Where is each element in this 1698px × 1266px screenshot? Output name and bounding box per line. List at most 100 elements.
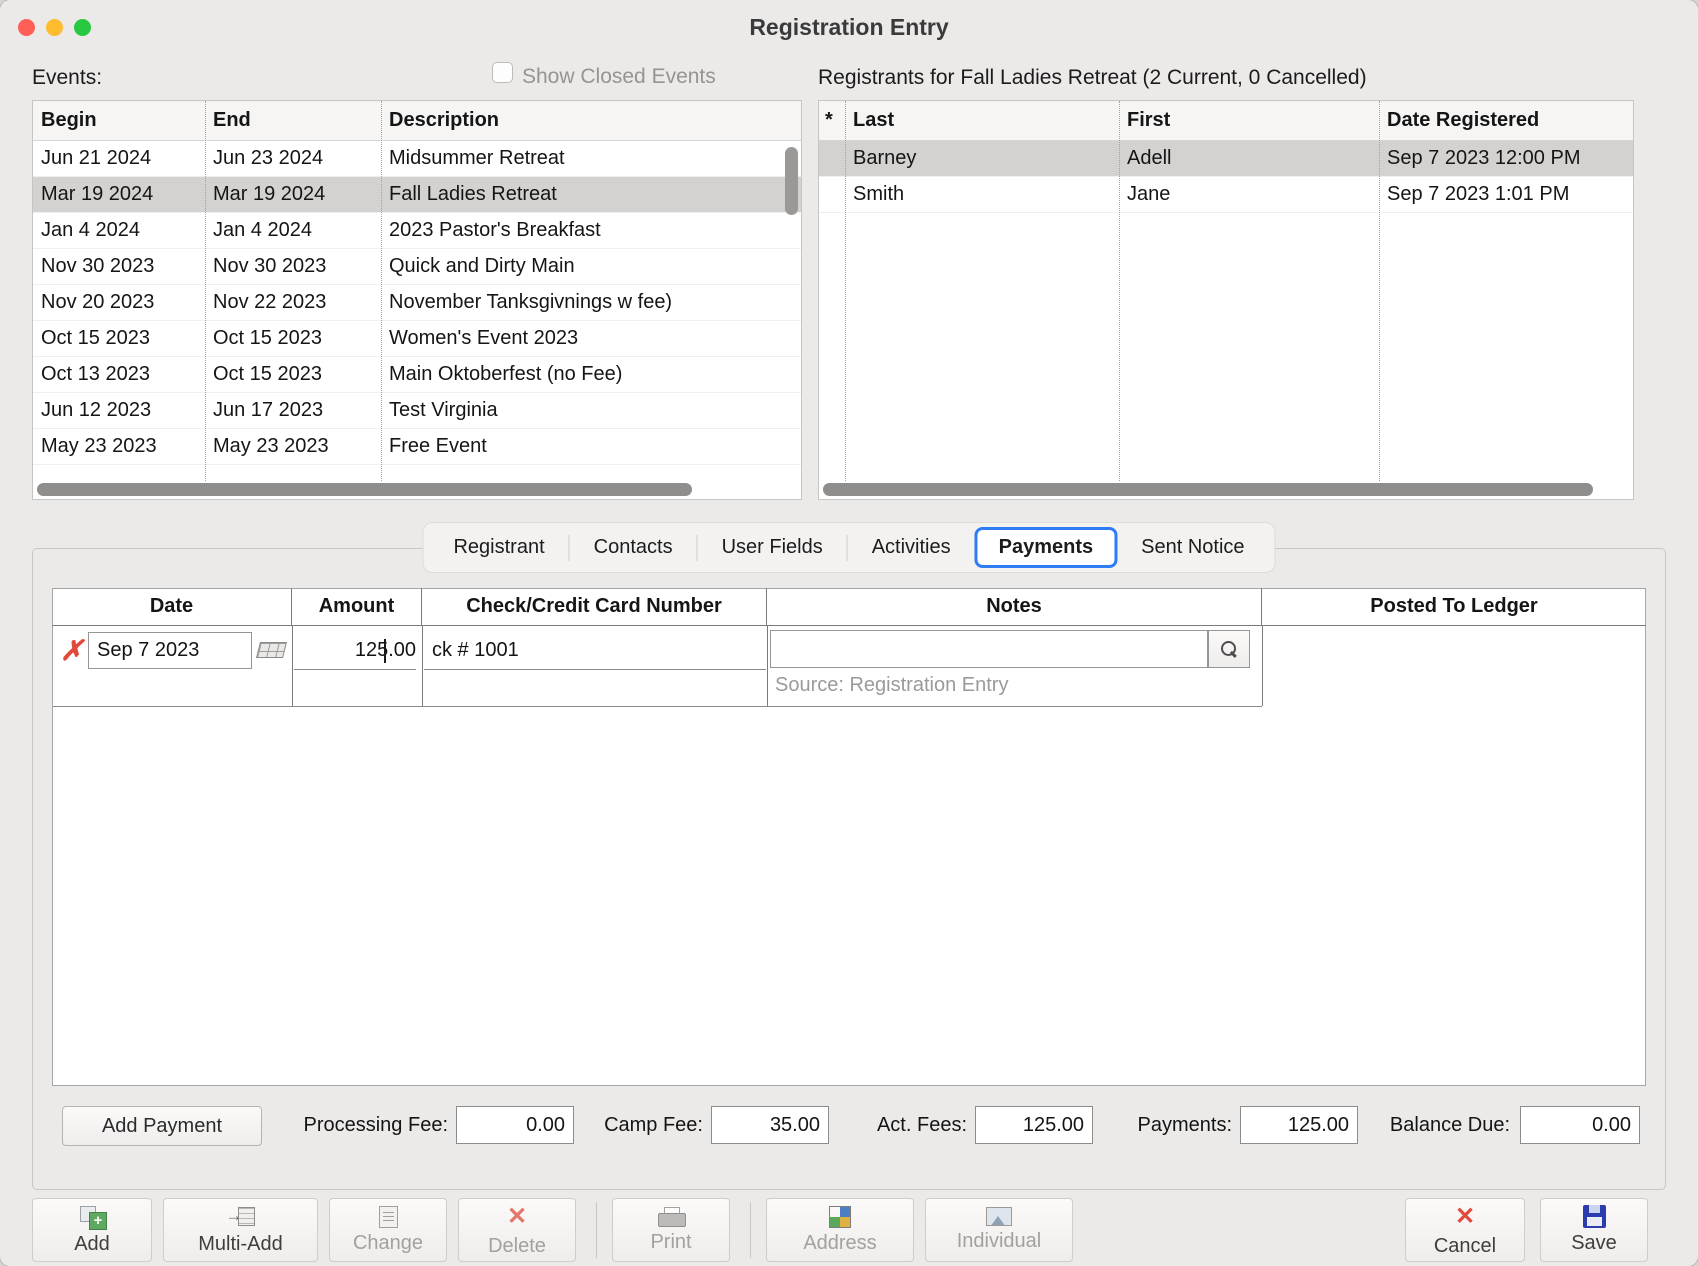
registrant-date-registered: Sep 7 2023 12:00 PM (1379, 147, 1633, 170)
payment-notes-input[interactable] (770, 630, 1208, 668)
tab-activities[interactable]: Activities (848, 527, 975, 568)
edit-form-icon (379, 1206, 398, 1228)
delete-payment-row-icon[interactable]: ✗ (60, 634, 83, 667)
payments-total-label: Payments: (1118, 1114, 1232, 1137)
tab-registrant[interactable]: Registrant (429, 527, 568, 568)
multi-add-icon (226, 1205, 256, 1229)
change-button[interactable]: Change (329, 1198, 447, 1262)
horizontal-scrollbar[interactable] (823, 483, 1593, 496)
registrant-last: Smith (845, 183, 1119, 206)
minimize-window-icon[interactable] (46, 19, 63, 36)
detail-tabs: Registrant Contacts User Fields Activiti… (422, 522, 1275, 573)
act-fees-field[interactable]: 125.00 (975, 1106, 1093, 1144)
tab-contacts[interactable]: Contacts (570, 527, 697, 568)
balance-due-field[interactable]: 0.00 (1520, 1106, 1640, 1144)
table-row[interactable]: Nov 20 2023 Nov 22 2023 November Tanksgi… (33, 285, 801, 321)
event-description: Midsummer Retreat (381, 147, 801, 170)
table-row[interactable]: Oct 13 2023 Oct 15 2023 Main Oktoberfest… (33, 357, 801, 393)
event-begin: Jun 12 2023 (33, 399, 205, 422)
cancel-icon: ✕ (1455, 1202, 1475, 1231)
address-cube-icon (829, 1206, 851, 1228)
event-description: Free Event (381, 435, 801, 458)
save-disk-icon (1583, 1205, 1606, 1228)
calendar-picker-icon[interactable] (256, 642, 287, 658)
table-row[interactable]: Jun 12 2023 Jun 17 2023 Test Virginia (33, 393, 801, 429)
horizontal-scrollbar[interactable] (37, 483, 692, 496)
table-row-selected[interactable]: Barney Adell Sep 7 2023 12:00 PM (819, 141, 1633, 177)
registrants-col-last[interactable]: Last (845, 109, 1119, 132)
notes-search-button[interactable] (1208, 630, 1250, 668)
events-col-begin[interactable]: Begin (33, 109, 205, 132)
event-begin: May 23 2023 (33, 435, 205, 458)
individual-button[interactable]: Individual (925, 1198, 1073, 1262)
registrants-table: * Last First Date Registered Barney Adel… (818, 100, 1634, 500)
table-row[interactable]: Nov 30 2023 Nov 30 2023 Quick and Dirty … (33, 249, 801, 285)
table-row[interactable]: May 23 2023 May 23 2023 Free Event (33, 429, 801, 465)
add-payment-button[interactable]: Add Payment (62, 1106, 262, 1146)
processing-fee-field[interactable]: 0.00 (456, 1106, 574, 1144)
tab-sent-notice[interactable]: Sent Notice (1117, 527, 1268, 568)
registrant-first: Jane (1119, 183, 1379, 206)
table-row-selected[interactable]: Mar 19 2024 Mar 19 2024 Fall Ladies Retr… (33, 177, 801, 213)
table-row[interactable]: Jun 21 2024 Jun 23 2024 Midsummer Retrea… (33, 141, 801, 177)
address-button[interactable]: Address (766, 1198, 914, 1262)
show-closed-events-checkbox[interactable] (492, 62, 513, 83)
add-button[interactable]: Add (32, 1198, 152, 1262)
payments-col-notes: Notes (767, 588, 1262, 626)
payments-col-date: Date (52, 588, 292, 626)
event-begin: Oct 15 2023 (33, 327, 205, 350)
table-row[interactable]: Smith Jane Sep 7 2023 1:01 PM (819, 177, 1633, 213)
processing-fee-label: Processing Fee: (270, 1114, 448, 1137)
tab-user-fields[interactable]: User Fields (698, 527, 847, 568)
zoom-window-icon[interactable] (74, 19, 91, 36)
events-col-end[interactable]: End (205, 109, 381, 132)
payment-date-input[interactable]: Sep 7 2023 (88, 632, 252, 669)
payments-col-posted: Posted To Ledger (1262, 588, 1646, 626)
event-begin: Nov 20 2023 (33, 291, 205, 314)
search-icon (1220, 640, 1238, 658)
events-label: Events: (32, 66, 102, 90)
event-end: Oct 15 2023 (205, 363, 381, 386)
printer-icon (658, 1207, 684, 1227)
payment-source-text: Source: Registration Entry (775, 674, 1008, 697)
multi-add-button[interactable]: Multi-Add (163, 1198, 318, 1262)
camp-fee-field[interactable]: 35.00 (711, 1106, 829, 1144)
registrants-rows: Barney Adell Sep 7 2023 12:00 PM Smith J… (819, 141, 1633, 213)
address-button-label: Address (803, 1232, 876, 1255)
payments-grid-header: Date Amount Check/Credit Card Number Not… (52, 588, 1646, 626)
table-row[interactable]: Jan 4 2024 Jan 4 2024 2023 Pastor's Brea… (33, 213, 801, 249)
cancel-button[interactable]: ✕ Cancel (1405, 1198, 1525, 1262)
event-end: Jun 17 2023 (205, 399, 381, 422)
payment-amount-input[interactable]: 125.00 (294, 632, 416, 670)
registrants-col-date-registered[interactable]: Date Registered (1379, 109, 1633, 132)
registrants-col-star[interactable]: * (819, 109, 845, 132)
event-begin: Nov 30 2023 (33, 255, 205, 278)
vertical-scrollbar[interactable] (785, 147, 798, 215)
delete-button-label: Delete (488, 1235, 546, 1258)
payment-row-divider (53, 706, 1262, 707)
event-end: Jun 23 2024 (205, 147, 381, 170)
registrants-col-first[interactable]: First (1119, 109, 1379, 132)
individual-button-label: Individual (957, 1230, 1042, 1253)
close-window-icon[interactable] (18, 19, 35, 36)
print-button[interactable]: Print (612, 1198, 730, 1262)
cancel-button-label: Cancel (1434, 1235, 1496, 1258)
column-divider (422, 626, 423, 706)
change-button-label: Change (353, 1232, 423, 1255)
table-row[interactable]: Oct 15 2023 Oct 15 2023 Women's Event 20… (33, 321, 801, 357)
event-description: November Tanksgivnings w fee) (381, 291, 801, 314)
save-button-label: Save (1571, 1232, 1617, 1255)
camp-fee-label: Camp Fee: (585, 1114, 703, 1137)
events-table-header: Begin End Description (33, 101, 801, 141)
tab-payments[interactable]: Payments (975, 527, 1118, 568)
event-description: Women's Event 2023 (381, 327, 801, 350)
events-rows: Jun 21 2024 Jun 23 2024 Midsummer Retrea… (33, 141, 801, 465)
events-col-description[interactable]: Description (381, 109, 801, 132)
delete-button[interactable]: ✕ Delete (458, 1198, 576, 1262)
event-end: Jan 4 2024 (205, 219, 381, 242)
payment-check-number-input[interactable]: ck # 1001 (424, 632, 766, 670)
payments-total-field[interactable]: 125.00 (1240, 1106, 1358, 1144)
save-button[interactable]: Save (1540, 1198, 1648, 1262)
column-divider (1262, 626, 1263, 706)
event-end: Nov 30 2023 (205, 255, 381, 278)
